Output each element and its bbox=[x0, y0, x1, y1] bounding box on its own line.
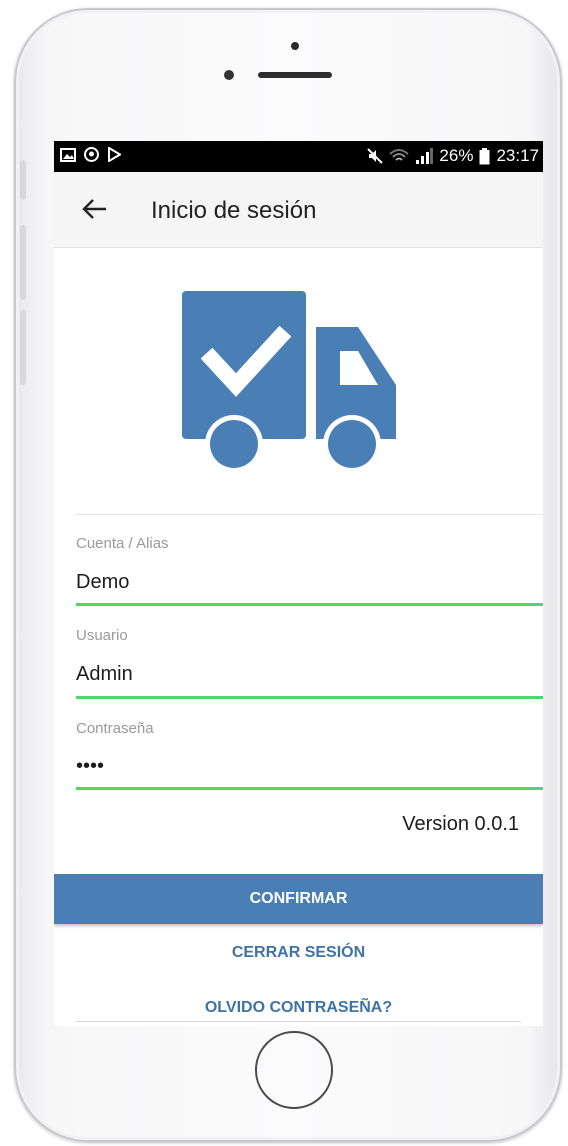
proximity-sensor bbox=[291, 42, 299, 50]
truck-check-icon bbox=[182, 291, 396, 473]
user-underline bbox=[76, 696, 543, 699]
front-camera bbox=[224, 70, 234, 80]
account-label: Cuenta / Alias bbox=[76, 535, 169, 552]
earpiece-speaker bbox=[258, 72, 332, 78]
signal-icon bbox=[416, 148, 434, 164]
screen: 26% 23:17 Inicio de sesión Cuenta / Alia… bbox=[54, 141, 543, 1026]
divider bbox=[76, 514, 543, 515]
clock: 23:17 bbox=[496, 146, 539, 165]
arrow-left-icon[interactable] bbox=[82, 198, 108, 220]
user-label: Usuario bbox=[76, 627, 128, 644]
play-store-icon bbox=[108, 147, 121, 162]
account-underline bbox=[76, 603, 543, 606]
image-icon bbox=[60, 147, 76, 162]
mute-icon bbox=[367, 148, 384, 164]
side-button bbox=[20, 310, 26, 385]
battery-icon bbox=[479, 147, 490, 164]
page-title: Inicio de sesión bbox=[151, 197, 317, 224]
home-button[interactable] bbox=[255, 1031, 333, 1109]
status-bar: 26% 23:17 bbox=[54, 141, 543, 172]
side-button bbox=[20, 160, 26, 200]
confirm-button[interactable]: CONFIRMAR bbox=[54, 874, 543, 924]
divider bbox=[76, 1021, 521, 1022]
password-label: Contraseña bbox=[76, 720, 154, 737]
forgot-password-button[interactable]: OLVIDO CONTRASEÑA? bbox=[54, 999, 543, 1017]
password-field[interactable]: •••• bbox=[76, 755, 104, 778]
side-button bbox=[20, 225, 26, 300]
user-field[interactable]: Admin bbox=[76, 663, 133, 686]
account-field[interactable]: Demo bbox=[76, 571, 129, 594]
wifi-icon bbox=[389, 149, 410, 161]
logout-button[interactable]: CERRAR SESIÓN bbox=[54, 944, 543, 962]
password-underline bbox=[76, 787, 543, 790]
version-label: Version 0.0.1 bbox=[402, 813, 519, 835]
app-bar: Inicio de sesión bbox=[54, 172, 543, 248]
battery-percent: 26% bbox=[439, 146, 474, 165]
pinterest-icon bbox=[84, 147, 99, 162]
